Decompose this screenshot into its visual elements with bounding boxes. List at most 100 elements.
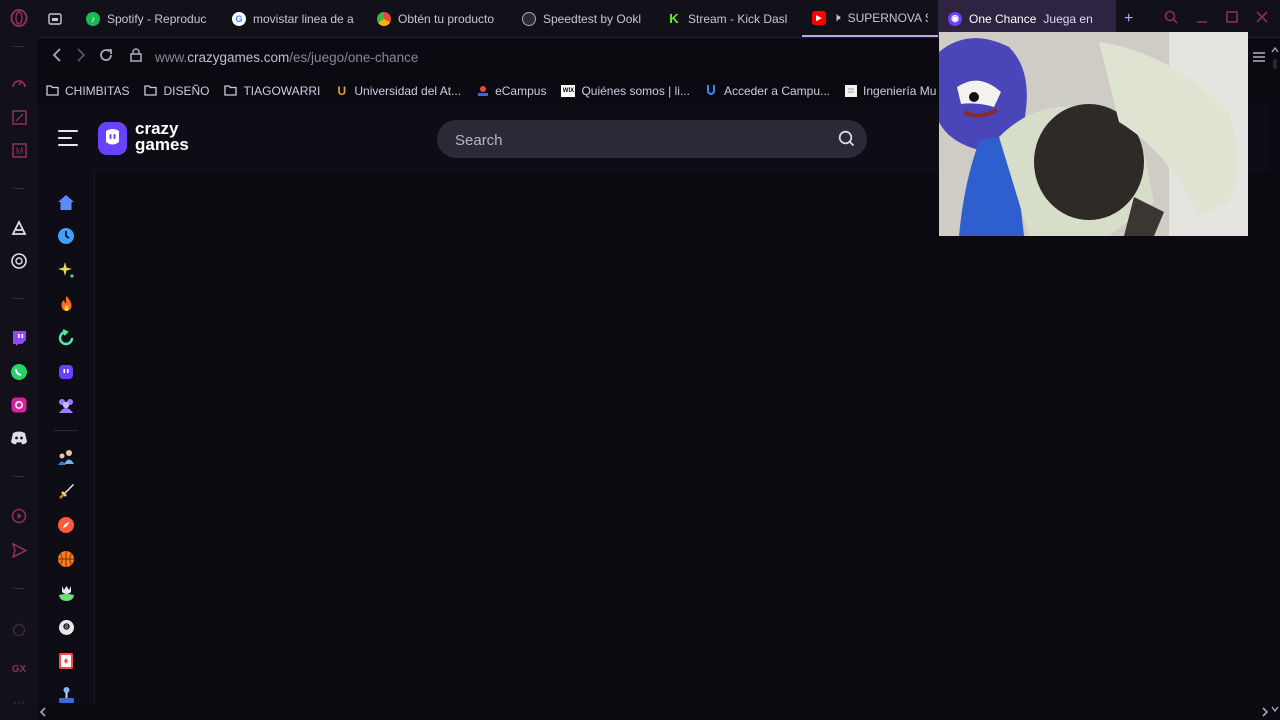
logo-line-2: games [135, 135, 189, 154]
tab-label-secondary: Juega en [1043, 11, 1093, 26]
university-icon: U [337, 83, 347, 98]
url-domain: crazygames.com [187, 50, 290, 65]
tab-label: movistar linea de a [253, 11, 354, 26]
action-sword-icon[interactable] [56, 481, 76, 501]
rail-divider [13, 476, 25, 477]
tab-label: Stream - Kick Dasl [688, 11, 788, 26]
tab-speedtest[interactable]: Speedtest by Ookl [512, 0, 657, 37]
multiplayer-icon[interactable] [56, 395, 76, 415]
search-box [437, 120, 867, 160]
maximize-icon[interactable] [1226, 11, 1238, 26]
svg-text:8: 8 [65, 624, 68, 630]
aria-icon[interactable] [9, 218, 29, 238]
scroll-right-icon[interactable] [1260, 706, 1270, 718]
billiards-icon[interactable]: 8 [56, 617, 76, 637]
whatsapp-icon[interactable] [9, 362, 29, 382]
bookmark-diseno[interactable]: DISEÑO [144, 84, 209, 98]
crazygames-logo-icon[interactable] [98, 122, 127, 155]
scroll-up-icon[interactable] [1270, 45, 1280, 55]
tab-label: One Chance [969, 11, 1037, 26]
tab-spotify[interactable]: ♪ Spotify - Reproduc [76, 0, 222, 37]
originals-icon[interactable] [56, 362, 76, 382]
back-button[interactable] [52, 48, 62, 66]
bookmark-quienes-somos[interactable]: WIX Quiénes somos | li... [561, 84, 690, 98]
muted-speaker-icon[interactable]: 🕨 [833, 10, 841, 25]
bookmark-label: DISEÑO [163, 83, 210, 98]
tab-label: Obtén tu producto [398, 11, 495, 26]
page-scrollbar[interactable] [1270, 45, 1280, 710]
bookmark-label: Universidad del At... [354, 83, 462, 98]
notes-icon[interactable] [9, 107, 29, 127]
forward-arrow-icon [77, 48, 86, 62]
adventure-compass-icon[interactable] [56, 515, 76, 535]
scroll-left-icon[interactable] [38, 706, 48, 718]
spotify-favicon-icon: ♪ [86, 11, 100, 26]
basketball-icon[interactable] [56, 549, 76, 569]
new-tab-button[interactable]: + [1116, 10, 1141, 28]
menu-icon[interactable] [58, 129, 78, 147]
bookmark-acceder-campus[interactable]: Acceder a Campu... [705, 84, 830, 98]
two-player-icon[interactable] [56, 447, 76, 467]
trending-fire-icon[interactable] [56, 294, 76, 314]
easy-setup-icon[interactable] [1252, 50, 1266, 69]
url-path: /es/juego/one-chance [289, 50, 419, 65]
site-logo[interactable]: crazy games [135, 120, 189, 154]
url-field[interactable]: www.crazygames.com/es/juego/one-chance [155, 50, 418, 65]
beauty-plant-icon[interactable] [56, 583, 76, 603]
mail-icon[interactable]: M [9, 140, 29, 160]
home-icon[interactable] [56, 192, 76, 212]
more-icon[interactable]: ··· [9, 692, 29, 712]
youtube-favicon-icon: ▶ [812, 10, 826, 25]
workspaces-icon [48, 12, 62, 25]
speed-dial-icon[interactable] [9, 74, 29, 94]
tab-youtube[interactable]: ▶ 🕨 SUPERNOVA S [802, 0, 938, 37]
tab-kick[interactable]: K Stream - Kick Dasl [657, 0, 802, 37]
speedtest-favicon-icon [522, 11, 536, 26]
bookmark-label: TIAGOWARRI [243, 83, 321, 98]
scrollbar-thumb[interactable] [1273, 59, 1277, 69]
scroll-down-icon[interactable] [1270, 704, 1280, 714]
rail-divider [13, 46, 25, 47]
new-sparkle-icon[interactable] [56, 260, 76, 280]
tab-producto[interactable]: Obtén tu producto [367, 0, 512, 37]
history-icon[interactable] [9, 620, 29, 640]
recent-clock-icon[interactable] [56, 226, 76, 246]
casual-joystick-icon[interactable] [56, 685, 76, 705]
bookmark-label: eCampus [495, 83, 547, 98]
search-tabs-icon[interactable] [1164, 10, 1178, 27]
close-icon[interactable] [1256, 11, 1268, 26]
tab-label: Speedtest by Ookl [543, 11, 642, 26]
document-icon [845, 84, 858, 97]
instagram-icon[interactable] [9, 395, 29, 415]
bookmark-ingenieria[interactable]: Ingeniería Mu [845, 84, 936, 98]
folder-icon [224, 85, 238, 97]
tab-google[interactable]: G movistar linea de a [222, 0, 367, 37]
bookmark-tiagowarri[interactable]: TIAGOWARRI [224, 84, 320, 98]
send-icon[interactable] [9, 540, 29, 560]
game-area[interactable] [95, 172, 1270, 720]
minimize-icon[interactable] [1196, 11, 1208, 26]
webcam-video-image [939, 32, 1248, 236]
search-input[interactable] [453, 120, 817, 160]
updated-refresh-icon[interactable] [56, 328, 76, 348]
lock-icon[interactable] [130, 48, 142, 66]
webcam-overlay [939, 32, 1248, 236]
gx-label[interactable]: GX [9, 659, 29, 679]
horizontal-scrollbar[interactable] [38, 704, 1280, 720]
player-icon[interactable] [9, 506, 29, 526]
bookmark-chimbitas[interactable]: CHIMBITAS [46, 84, 129, 98]
folder-icon [144, 85, 158, 97]
tab-label: SUPERNOVA S [847, 10, 928, 25]
chatgpt-icon[interactable] [9, 251, 29, 271]
twitch-icon[interactable] [9, 328, 29, 348]
forward-button[interactable] [76, 48, 86, 66]
bookmark-ecampus[interactable]: eCampus [476, 84, 546, 98]
card-icon[interactable] [56, 651, 76, 671]
bookmark-universidad[interactable]: U Universidad del At... [335, 83, 462, 98]
discord-icon[interactable] [9, 428, 29, 448]
tab-workspaces[interactable] [38, 0, 76, 37]
opera-gx-logo-icon[interactable] [9, 8, 29, 28]
search-icon[interactable] [838, 130, 855, 152]
reload-button[interactable] [99, 48, 113, 66]
url-prefix: www. [155, 50, 188, 65]
